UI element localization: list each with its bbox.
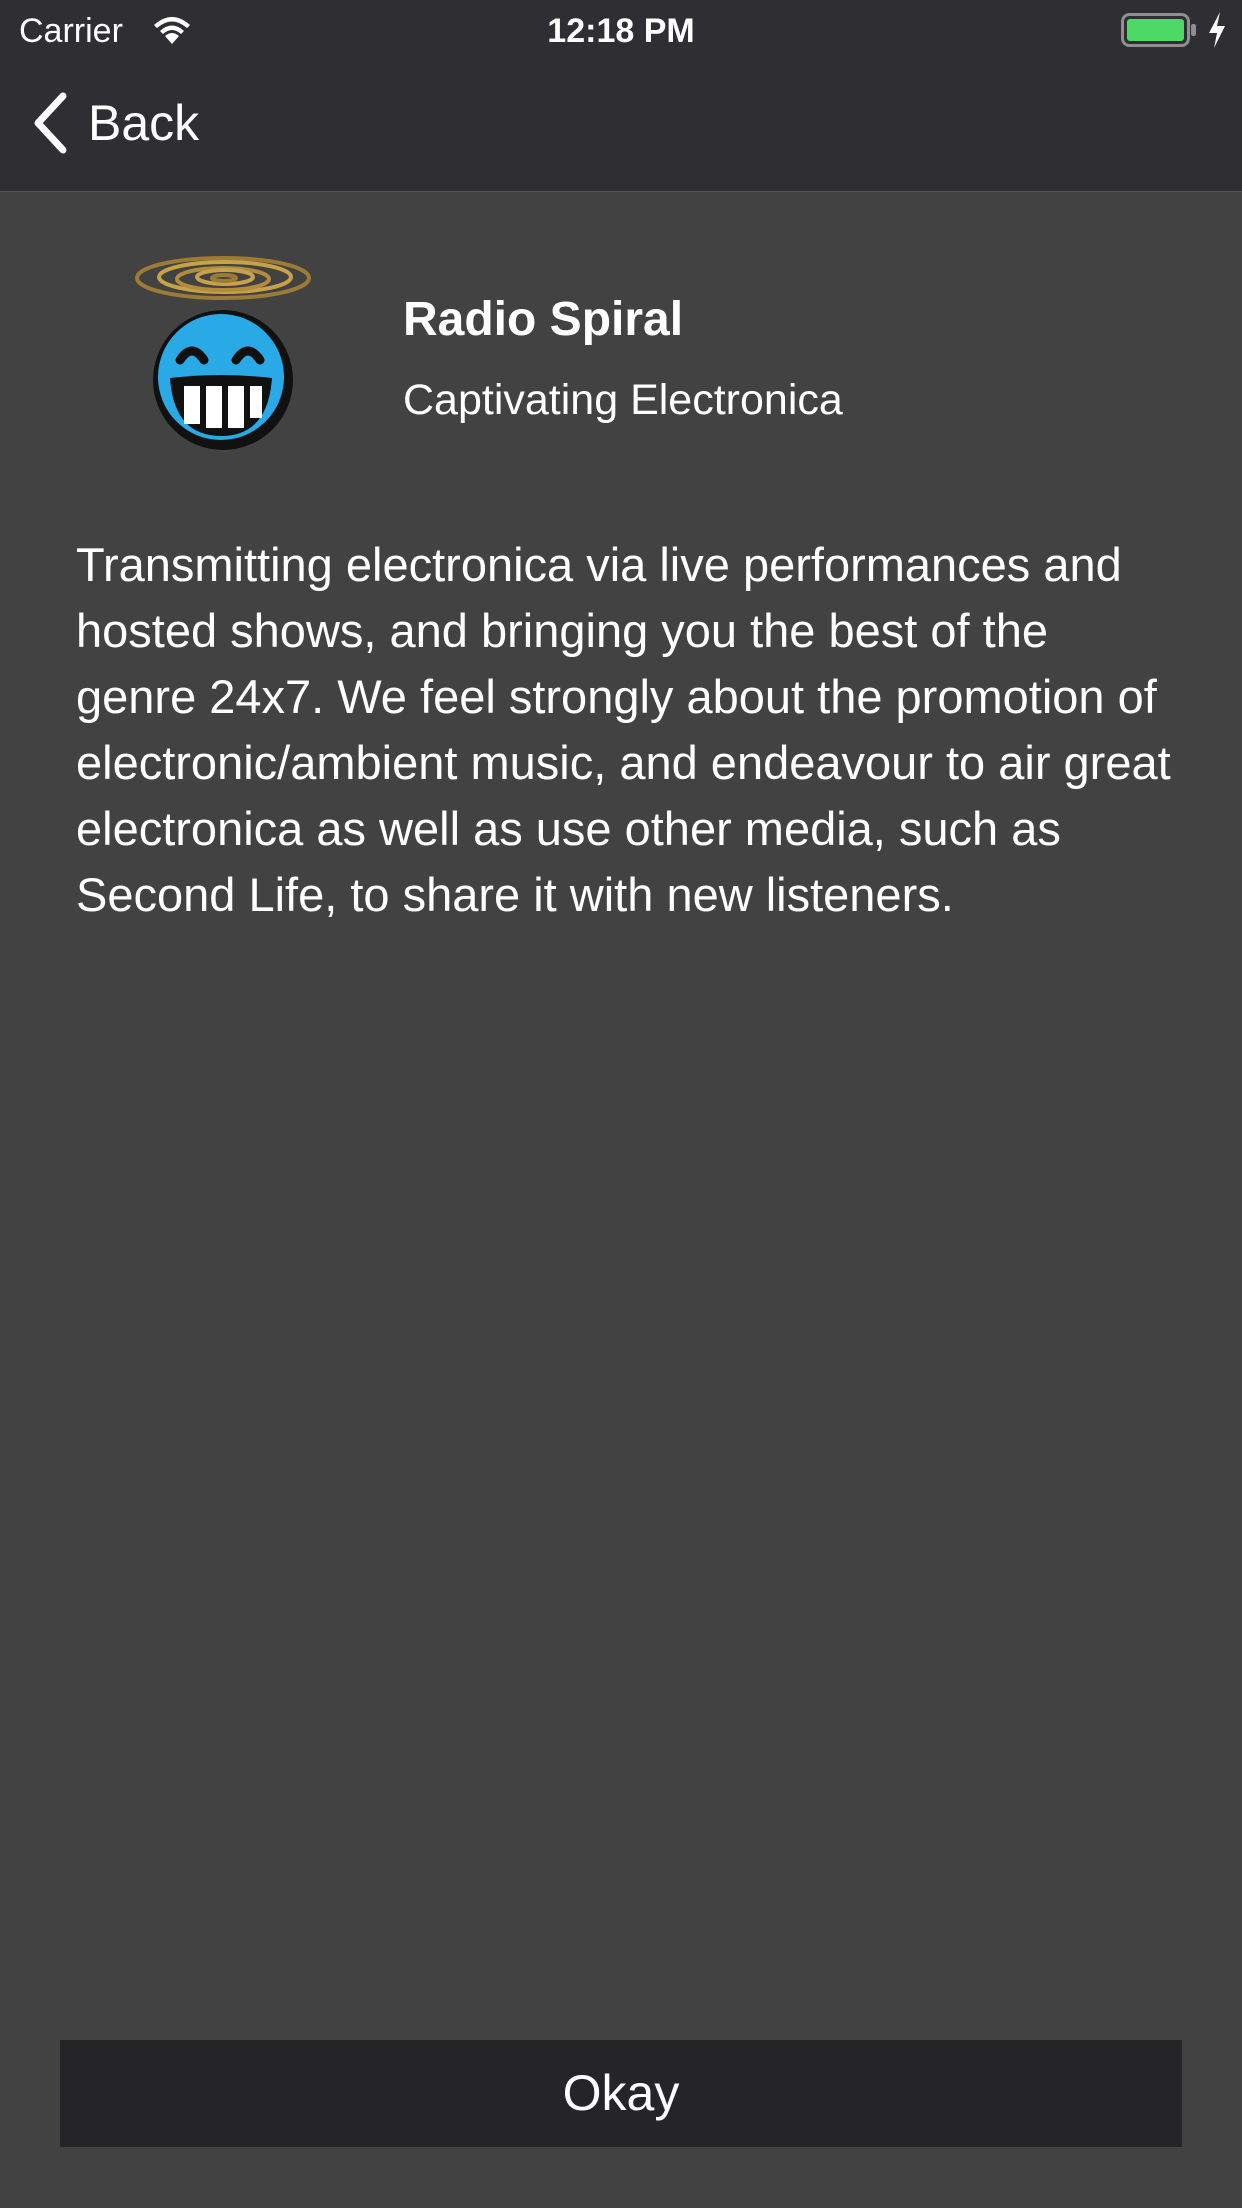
status-time: 12:18 PM [547, 12, 695, 50]
battery-icon [1121, 13, 1196, 47]
okay-button[interactable]: Okay [60, 2040, 1182, 2147]
station-name: Radio Spiral [403, 293, 684, 346]
chevron-left-icon [34, 92, 67, 154]
spiral-halo-icon [135, 256, 311, 300]
station-description: Transmitting electronica via live perfor… [76, 538, 1171, 921]
back-label: Back [88, 95, 200, 151]
navigation-bar: Back [0, 60, 1242, 191]
back-button[interactable]: Back [30, 88, 199, 158]
status-bar: Carrier 12:18 PM [0, 0, 1242, 60]
charging-bolt-icon [1209, 12, 1225, 48]
station-logo [135, 256, 311, 450]
station-tagline: Captivating Electronica [403, 376, 843, 424]
top-bar: Carrier 12:18 PM Back [0, 0, 1242, 192]
